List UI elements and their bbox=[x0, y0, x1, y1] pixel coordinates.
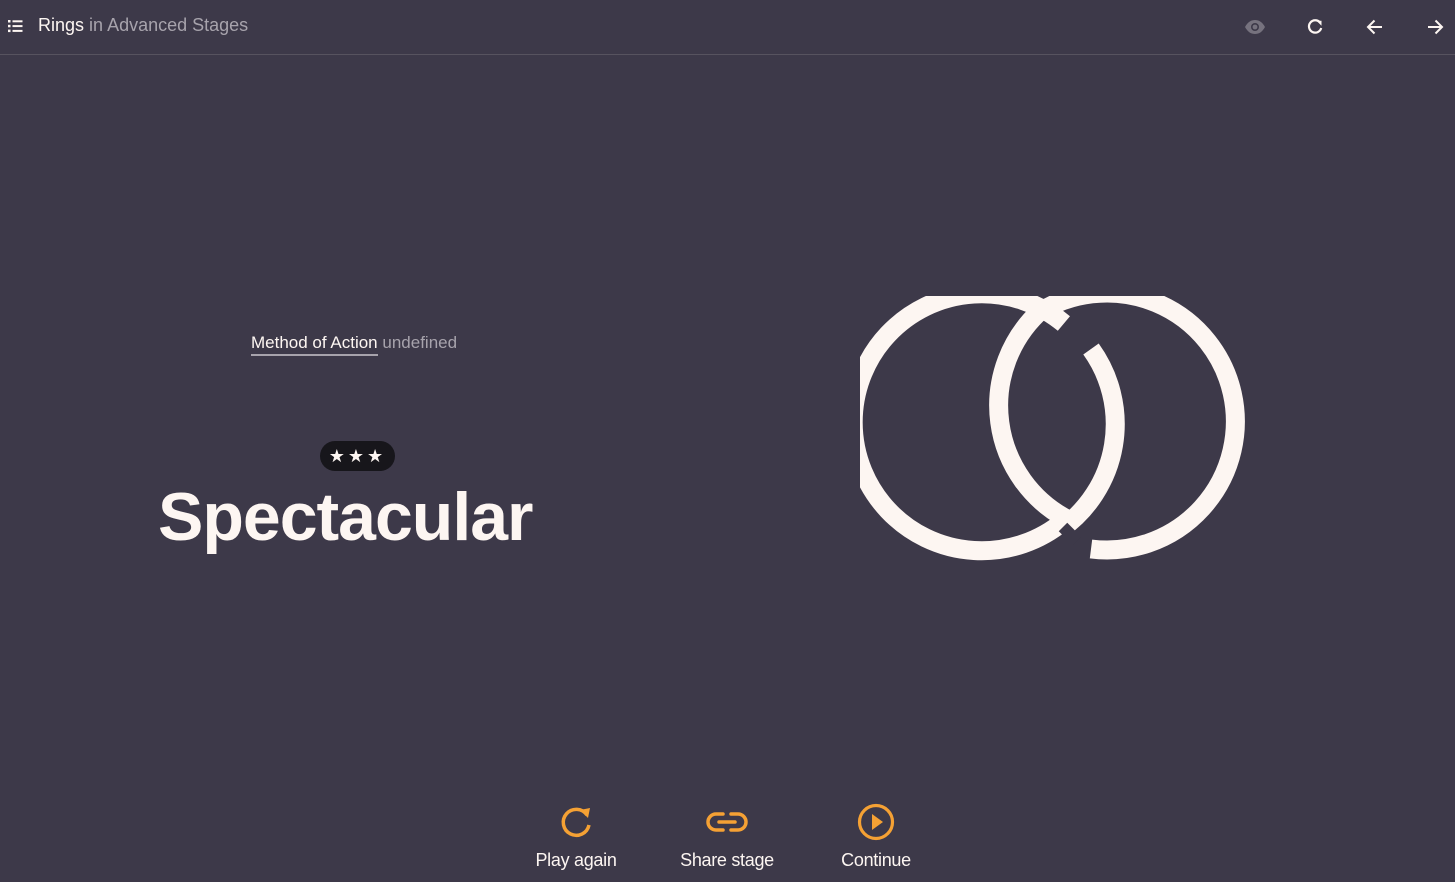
left-ring bbox=[843, 284, 1070, 561]
reload-icon[interactable] bbox=[1300, 12, 1330, 42]
replay-icon bbox=[561, 807, 591, 838]
stage-name[interactable]: Rings bbox=[38, 15, 84, 35]
continue-button[interactable]: Continue bbox=[806, 800, 946, 871]
arrow-right-icon[interactable] bbox=[1420, 12, 1450, 42]
continue-label: Continue bbox=[841, 850, 911, 870]
play-again-button[interactable]: Play again bbox=[506, 800, 646, 871]
top-bar: Rings in Advanced Stages bbox=[0, 0, 1455, 55]
left-ring-overlap bbox=[1055, 343, 1125, 537]
title-separator: in bbox=[89, 15, 104, 35]
method-of-action: Method of Action undefined bbox=[251, 333, 458, 356]
rings-illustration bbox=[843, 283, 1300, 591]
method-of-action-value: undefined bbox=[382, 333, 458, 352]
gap-top bbox=[1064, 323, 1087, 347]
share-stage-button[interactable]: Share stage bbox=[657, 800, 797, 871]
page-title: Rings in Advanced Stages bbox=[38, 15, 248, 36]
arrow-left-icon[interactable] bbox=[1360, 12, 1390, 42]
list-icon[interactable] bbox=[8, 18, 24, 34]
link-icon bbox=[706, 812, 748, 832]
rating-label: Spectacular bbox=[158, 479, 534, 555]
star-rating-badge: ★★★ bbox=[320, 441, 395, 471]
play-circle-icon bbox=[857, 803, 895, 841]
play-again-label: Play again bbox=[535, 850, 617, 870]
method-of-action-link[interactable]: Method of Action bbox=[251, 333, 378, 356]
share-stage-label: Share stage bbox=[680, 850, 774, 870]
collection-name[interactable]: Advanced Stages bbox=[107, 15, 248, 35]
eye-icon[interactable] bbox=[1240, 12, 1270, 42]
right-ring-overlap bbox=[989, 306, 1070, 527]
